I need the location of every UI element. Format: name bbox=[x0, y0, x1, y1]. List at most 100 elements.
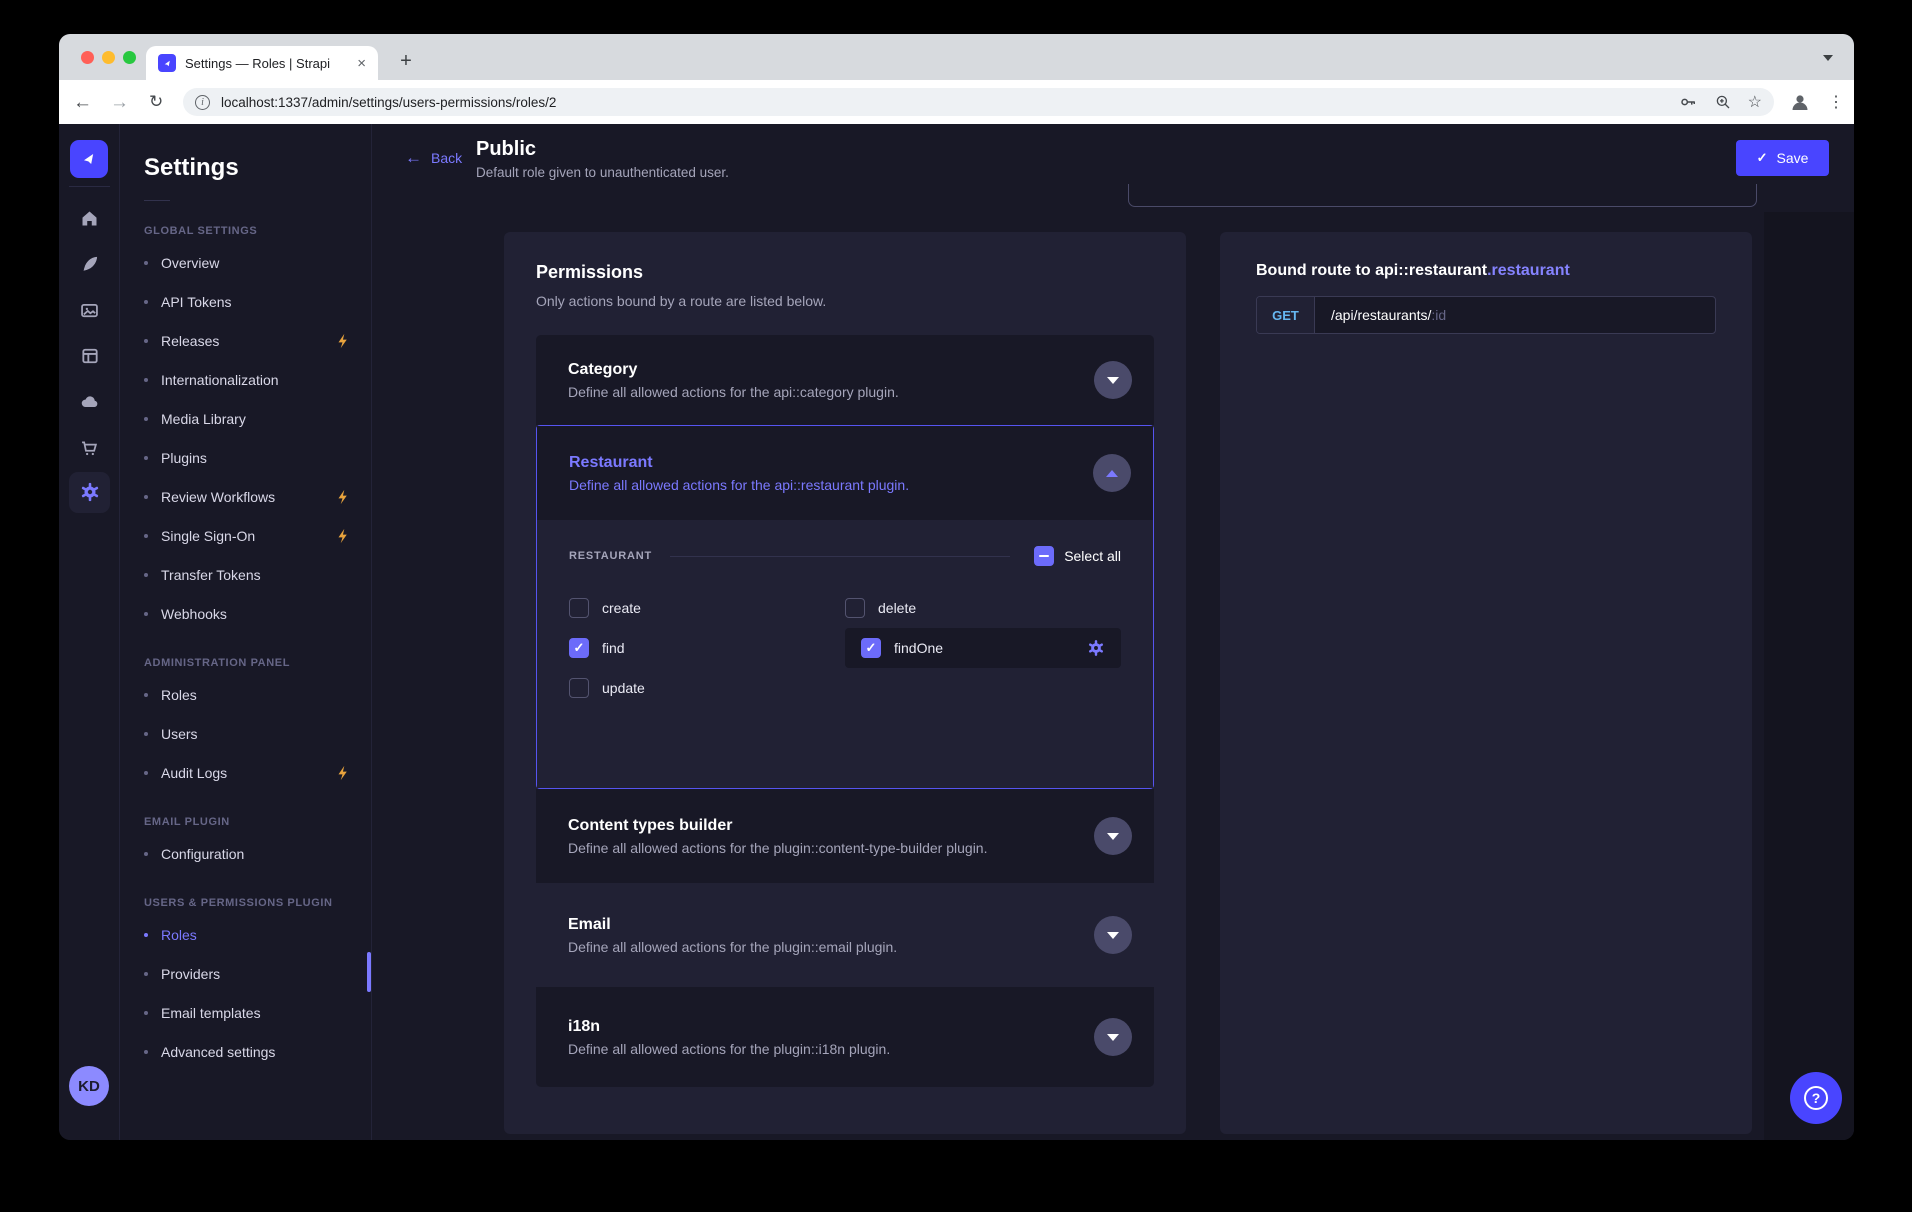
bound-route-title: Bound route to api::restaurant.restauran… bbox=[1220, 232, 1752, 280]
tab-search-button[interactable] bbox=[1816, 47, 1840, 69]
divider bbox=[144, 200, 170, 201]
bound-route-panel: Bound route to api::restaurant.restauran… bbox=[1220, 232, 1752, 1134]
lightning-icon bbox=[336, 528, 349, 544]
sidebar-item-single-sign-on[interactable]: Single Sign-On bbox=[120, 516, 371, 555]
sidebar-item-audit-logs[interactable]: Audit Logs bbox=[120, 753, 371, 792]
new-tab-button[interactable]: + bbox=[391, 46, 421, 76]
sidebar-item-media-library[interactable]: Media Library bbox=[120, 399, 371, 438]
address-bar[interactable]: i localhost:1337/admin/settings/users-pe… bbox=[183, 88, 1774, 116]
checkbox-unchecked[interactable] bbox=[845, 598, 865, 618]
chevron-down-icon bbox=[1107, 932, 1119, 939]
close-window-button[interactable] bbox=[81, 51, 94, 64]
permission-findone[interactable]: findOne bbox=[845, 628, 1121, 668]
save-button[interactable]: ✓ Save bbox=[1736, 140, 1829, 176]
permission-delete[interactable]: delete bbox=[845, 588, 1121, 628]
tab-close-icon[interactable]: × bbox=[355, 55, 368, 72]
checkbox-checked[interactable] bbox=[569, 638, 589, 658]
indeterminate-checkbox-icon[interactable] bbox=[1034, 546, 1054, 566]
expand-email-button[interactable] bbox=[1094, 916, 1132, 954]
expand-category-button[interactable] bbox=[1094, 361, 1132, 399]
select-all-checkbox[interactable]: Select all bbox=[1034, 546, 1121, 566]
sidebar-scrollbar[interactable] bbox=[367, 952, 371, 992]
sidebar-item-releases[interactable]: Releases bbox=[120, 321, 371, 360]
browser-window: Settings — Roles | Strapi × + ← → ↻ i lo… bbox=[59, 34, 1854, 1140]
sidebar-item-configuration[interactable]: Configuration bbox=[120, 834, 371, 873]
user-avatar[interactable]: KD bbox=[69, 1066, 109, 1106]
profile-avatar-icon[interactable] bbox=[1788, 90, 1812, 114]
section-email-plugin: EMAIL PLUGIN bbox=[120, 816, 371, 828]
back-icon[interactable]: ← bbox=[73, 93, 92, 112]
collapse-restaurant-button[interactable] bbox=[1093, 454, 1131, 492]
sidebar-item-users[interactable]: Users bbox=[120, 714, 371, 753]
help-button[interactable]: ? bbox=[1790, 1072, 1842, 1124]
home-icon[interactable] bbox=[59, 198, 120, 238]
checkbox-unchecked[interactable] bbox=[569, 598, 589, 618]
permission-find[interactable]: find bbox=[569, 628, 845, 668]
main-nav-rail: KD bbox=[59, 124, 120, 1140]
browser-menu-icon[interactable]: ⋮ bbox=[1828, 92, 1844, 112]
sidebar-item-admin-roles[interactable]: Roles bbox=[120, 675, 371, 714]
permissions-subtitle: Only actions bound by a route are listed… bbox=[504, 283, 1186, 309]
section-administration-panel: ADMINISTRATION PANEL bbox=[120, 657, 371, 669]
expand-ctb-button[interactable] bbox=[1094, 817, 1132, 855]
site-info-icon[interactable]: i bbox=[195, 95, 210, 110]
sidebar-item-webhooks[interactable]: Webhooks bbox=[120, 594, 371, 633]
forward-icon[interactable]: → bbox=[110, 93, 129, 112]
minimize-window-button[interactable] bbox=[102, 51, 115, 64]
sidebar-item-transfer-tokens[interactable]: Transfer Tokens bbox=[120, 555, 371, 594]
fullscreen-window-button[interactable] bbox=[123, 51, 136, 64]
page-subtitle: Default role given to unauthenticated us… bbox=[476, 165, 729, 180]
content-type-builder-icon[interactable] bbox=[59, 336, 120, 376]
expand-i18n-button[interactable] bbox=[1094, 1018, 1132, 1056]
accordion-content-types-builder[interactable]: Content types builder Define all allowed… bbox=[536, 789, 1154, 883]
strapi-logo-icon[interactable] bbox=[70, 140, 108, 178]
accordion-category[interactable]: Category Define all allowed actions for … bbox=[536, 335, 1154, 425]
check-icon: ✓ bbox=[1757, 150, 1768, 166]
scroll-gutter bbox=[1764, 212, 1854, 1140]
sidebar-item-plugins[interactable]: Plugins bbox=[120, 438, 371, 477]
chevron-down-icon bbox=[1823, 55, 1833, 61]
sidebar-item-api-tokens[interactable]: API Tokens bbox=[120, 282, 371, 321]
section-global-settings: GLOBAL SETTINGS bbox=[120, 225, 371, 237]
advanced-settings-gear-icon[interactable] bbox=[1087, 639, 1105, 657]
http-method-badge: GET bbox=[1257, 297, 1315, 333]
settings-gear-icon[interactable] bbox=[59, 472, 120, 512]
sidebar-item-review-workflows[interactable]: Review Workflows bbox=[120, 477, 371, 516]
zoom-icon[interactable] bbox=[1714, 93, 1732, 111]
url-text[interactable]: localhost:1337/admin/settings/users-perm… bbox=[221, 95, 1678, 110]
cloud-icon[interactable] bbox=[59, 382, 120, 422]
main-content: ← Back Public Default role given to unau… bbox=[372, 124, 1854, 1140]
browser-tab[interactable]: Settings — Roles | Strapi × bbox=[146, 46, 378, 80]
content-manager-feather-icon[interactable] bbox=[59, 244, 120, 284]
media-library-icon[interactable] bbox=[59, 290, 120, 330]
permissions-title: Permissions bbox=[504, 232, 1186, 283]
lightning-icon bbox=[336, 333, 349, 349]
sidebar-item-email-templates[interactable]: Email templates bbox=[120, 993, 371, 1032]
sidebar-item-overview[interactable]: Overview bbox=[120, 243, 371, 282]
accordion-i18n[interactable]: i18n Define all allowed actions for the … bbox=[536, 987, 1154, 1087]
route-path: /api/restaurants/:id bbox=[1315, 297, 1446, 333]
reload-icon[interactable]: ↻ bbox=[149, 92, 163, 112]
page-header: ← Back Public Default role given to unau… bbox=[372, 124, 1854, 184]
sidebar-item-providers[interactable]: Providers bbox=[120, 954, 371, 993]
permission-update[interactable]: update bbox=[569, 668, 845, 708]
question-mark-icon: ? bbox=[1804, 1086, 1828, 1110]
accordion-restaurant-expanded: Restaurant Define all allowed actions fo… bbox=[536, 425, 1154, 789]
checkbox-unchecked[interactable] bbox=[569, 678, 589, 698]
accordion-restaurant[interactable]: Restaurant Define all allowed actions fo… bbox=[537, 426, 1153, 520]
browser-toolbar: ← → ↻ i localhost:1337/admin/settings/us… bbox=[59, 80, 1854, 124]
back-arrow-icon: ← bbox=[405, 148, 422, 168]
back-link[interactable]: ← Back bbox=[405, 148, 462, 168]
password-key-icon[interactable] bbox=[1678, 92, 1698, 112]
accordion-email[interactable]: Email Define all allowed actions for the… bbox=[536, 883, 1154, 987]
sidebar-item-advanced-settings[interactable]: Advanced settings bbox=[120, 1032, 371, 1071]
marketplace-cart-icon[interactable] bbox=[59, 428, 120, 468]
sidebar-item-up-roles[interactable]: Roles bbox=[120, 915, 371, 954]
chevron-down-icon bbox=[1107, 377, 1119, 384]
sidebar-item-internationalization[interactable]: Internationalization bbox=[120, 360, 371, 399]
chevron-down-icon bbox=[1107, 1034, 1119, 1041]
restaurant-permissions-body: RESTAURANT Select all create bbox=[537, 520, 1153, 788]
checkbox-checked[interactable] bbox=[861, 638, 881, 658]
bookmark-star-icon[interactable]: ☆ bbox=[1748, 92, 1762, 112]
permission-create[interactable]: create bbox=[569, 588, 845, 628]
